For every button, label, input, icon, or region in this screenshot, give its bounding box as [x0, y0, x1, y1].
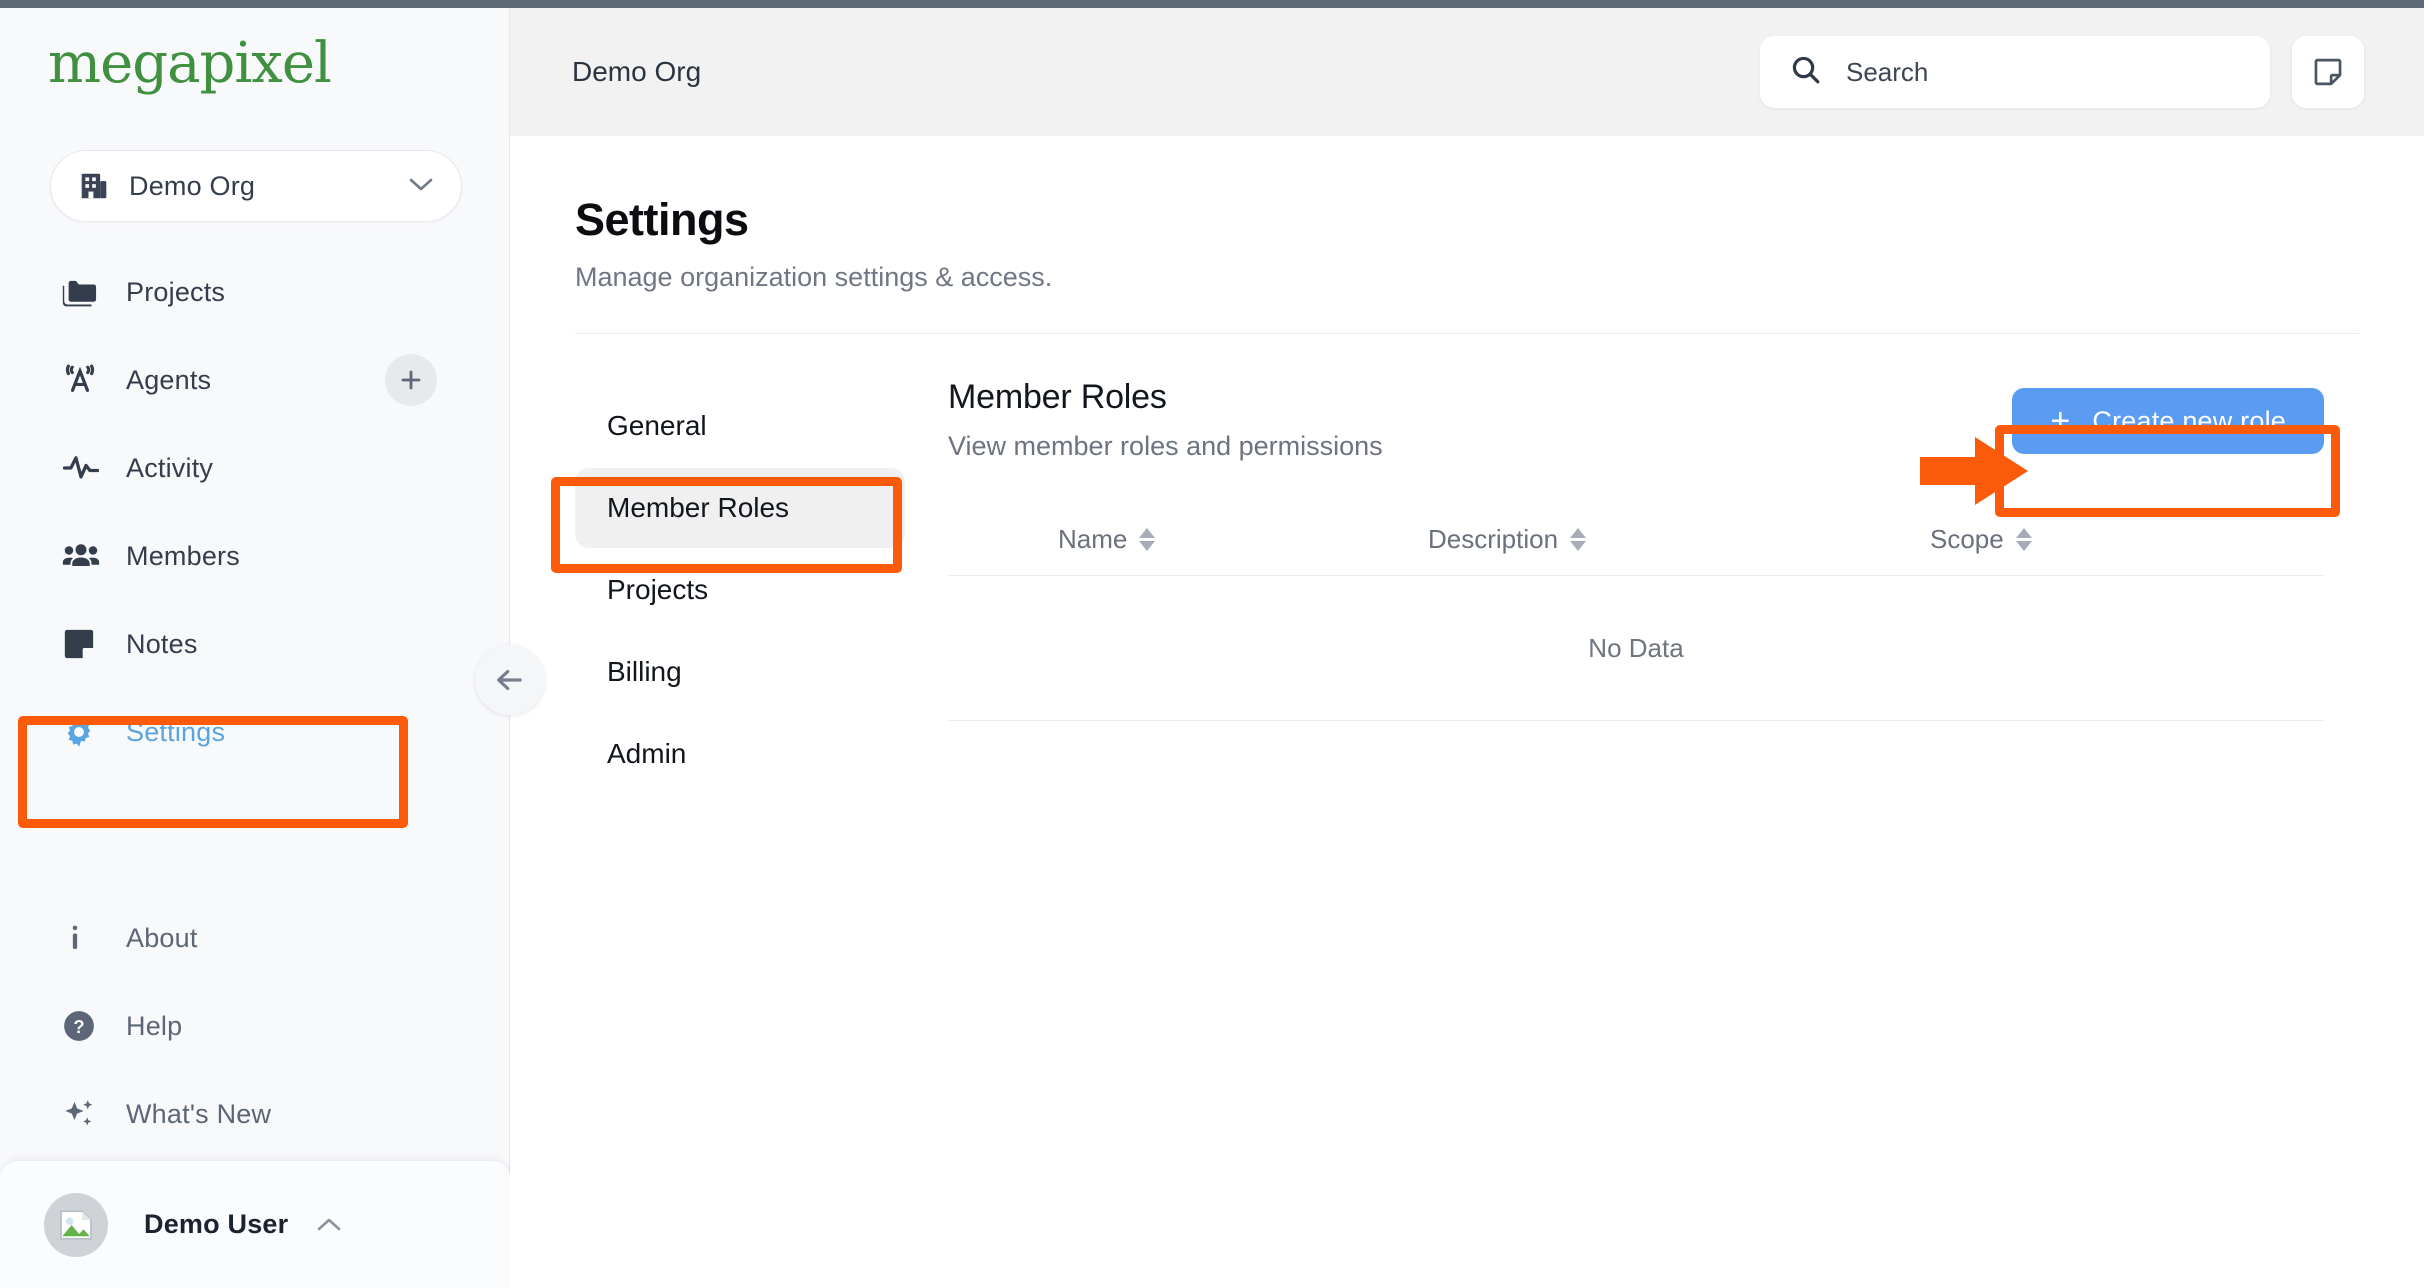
topbar: Demo Org Search	[510, 8, 2424, 136]
column-label: Description	[1428, 524, 1559, 554]
window-top-strip	[0, 0, 2424, 8]
table-empty-state: No Data	[948, 576, 2324, 721]
settings-tab-admin[interactable]: Admin	[575, 714, 905, 794]
page-subtitle: Manage organization settings & access.	[575, 262, 1053, 292]
settings-tab-projects[interactable]: Projects	[575, 550, 905, 630]
page-title: Settings	[575, 194, 749, 245]
sidebar-item-label: Help	[126, 1010, 183, 1041]
user-name: Demo User	[144, 1209, 289, 1239]
app-window: megapixel Demo Org Projects Agents Activ…	[0, 0, 2424, 1288]
app-logo[interactable]: megapixel	[48, 36, 509, 92]
svg-text:?: ?	[73, 1016, 84, 1037]
sidebar-item-label: Settings	[126, 716, 226, 747]
settings-tab-member-roles[interactable]: Member Roles	[575, 468, 905, 548]
avatar	[44, 1192, 108, 1257]
user-profile-button[interactable]: Demo User	[0, 1160, 510, 1288]
folder-icon	[62, 276, 104, 308]
column-header-name[interactable]: Name	[948, 524, 1428, 555]
sidebar-secondary-nav: About ? Help What's New	[0, 894, 509, 1158]
column-label: Scope	[1930, 524, 2004, 554]
plus-icon: +	[2050, 402, 2071, 440]
sort-icon[interactable]	[1570, 528, 1587, 551]
panel-title: Member Roles	[948, 378, 1167, 416]
sort-icon[interactable]	[2015, 528, 2032, 551]
breadcrumb: Demo Org	[572, 56, 702, 87]
column-header-description[interactable]: Description	[1428, 524, 1908, 555]
sidebar-item-whats-new[interactable]: What's New	[0, 1070, 509, 1158]
org-switcher-label: Demo Org	[129, 170, 256, 201]
content-surface: Settings Manage organization settings & …	[510, 136, 2424, 1288]
search-input[interactable]: Search	[1760, 36, 2270, 108]
sidebar-item-label: Agents	[126, 364, 212, 395]
create-new-role-label: Create new role	[2092, 405, 2286, 436]
column-header-scope[interactable]: Scope	[1908, 524, 2324, 555]
sort-icon[interactable]	[1139, 528, 1156, 551]
sidebar-nav: Projects Agents Activity Members Notes S…	[0, 248, 509, 776]
panel-titles: Member Roles View member roles and permi…	[948, 378, 2012, 462]
sidebar-item-agents[interactable]: Agents	[0, 336, 509, 424]
people-icon	[62, 541, 104, 571]
sidebar-item-label: About	[126, 922, 198, 953]
create-new-role-button[interactable]: + Create new role	[2012, 388, 2324, 454]
chevron-up-icon	[314, 1215, 344, 1235]
main-area: Demo Org Search Settings Manage organiza…	[510, 0, 2424, 1288]
question-circle-icon: ?	[62, 1009, 104, 1043]
sidebar-item-label: Projects	[126, 276, 226, 307]
settings-tab-billing[interactable]: Billing	[575, 632, 905, 712]
panel-subtitle: View member roles and permissions	[948, 431, 1383, 461]
column-label: Name	[1058, 524, 1128, 554]
sidebar-item-settings[interactable]: Settings	[0, 688, 509, 776]
member-roles-table: Name Description Scope No Data	[948, 504, 2324, 721]
sidebar-item-label: Notes	[126, 628, 198, 659]
settings-body: General Member Roles Projects Billing Ad…	[510, 334, 2424, 796]
sidebar-item-about[interactable]: About	[0, 894, 509, 982]
page-header: Settings Manage organization settings & …	[510, 136, 2424, 293]
table-header-row: Name Description Scope	[948, 504, 2324, 576]
org-switcher[interactable]: Demo Org	[50, 150, 462, 222]
broadcast-tower-icon	[62, 362, 104, 398]
sticky-note-icon	[2314, 58, 2342, 86]
sidebar-item-label: Activity	[126, 452, 214, 483]
arrow-left-icon	[497, 669, 522, 691]
add-agent-button[interactable]	[385, 354, 437, 406]
info-icon	[62, 922, 104, 954]
sidebar-collapse-button[interactable]	[475, 645, 545, 715]
sidebar-item-label: What's New	[126, 1098, 272, 1129]
building-icon	[79, 170, 109, 202]
settings-tab-list: General Member Roles Projects Billing Ad…	[575, 378, 905, 796]
sidebar-item-notes[interactable]: Notes	[0, 600, 509, 688]
gear-icon	[62, 715, 104, 749]
sidebar-item-members[interactable]: Members	[0, 512, 509, 600]
search-placeholder: Search	[1846, 56, 1929, 87]
no-data-text: No Data	[1588, 632, 1684, 663]
sidebar-item-help[interactable]: ? Help	[0, 982, 509, 1070]
search-icon	[1790, 54, 1822, 91]
sidebar-item-label: Members	[126, 540, 240, 571]
sparkles-icon	[62, 1097, 104, 1131]
sidebar-item-activity[interactable]: Activity	[0, 424, 509, 512]
topbar-actions: Search	[1760, 36, 2364, 108]
chevron-down-icon	[407, 175, 435, 198]
note-icon	[62, 627, 104, 661]
sidebar-item-projects[interactable]: Projects	[0, 248, 509, 336]
sticky-note-button[interactable]	[2292, 36, 2364, 108]
member-roles-panel: Member Roles View member roles and permi…	[905, 378, 2424, 796]
sidebar: megapixel Demo Org Projects Agents Activ…	[0, 0, 545, 1288]
settings-tab-general[interactable]: General	[575, 386, 905, 466]
pulse-icon	[62, 453, 104, 483]
panel-header: Member Roles View member roles and permi…	[948, 378, 2324, 462]
